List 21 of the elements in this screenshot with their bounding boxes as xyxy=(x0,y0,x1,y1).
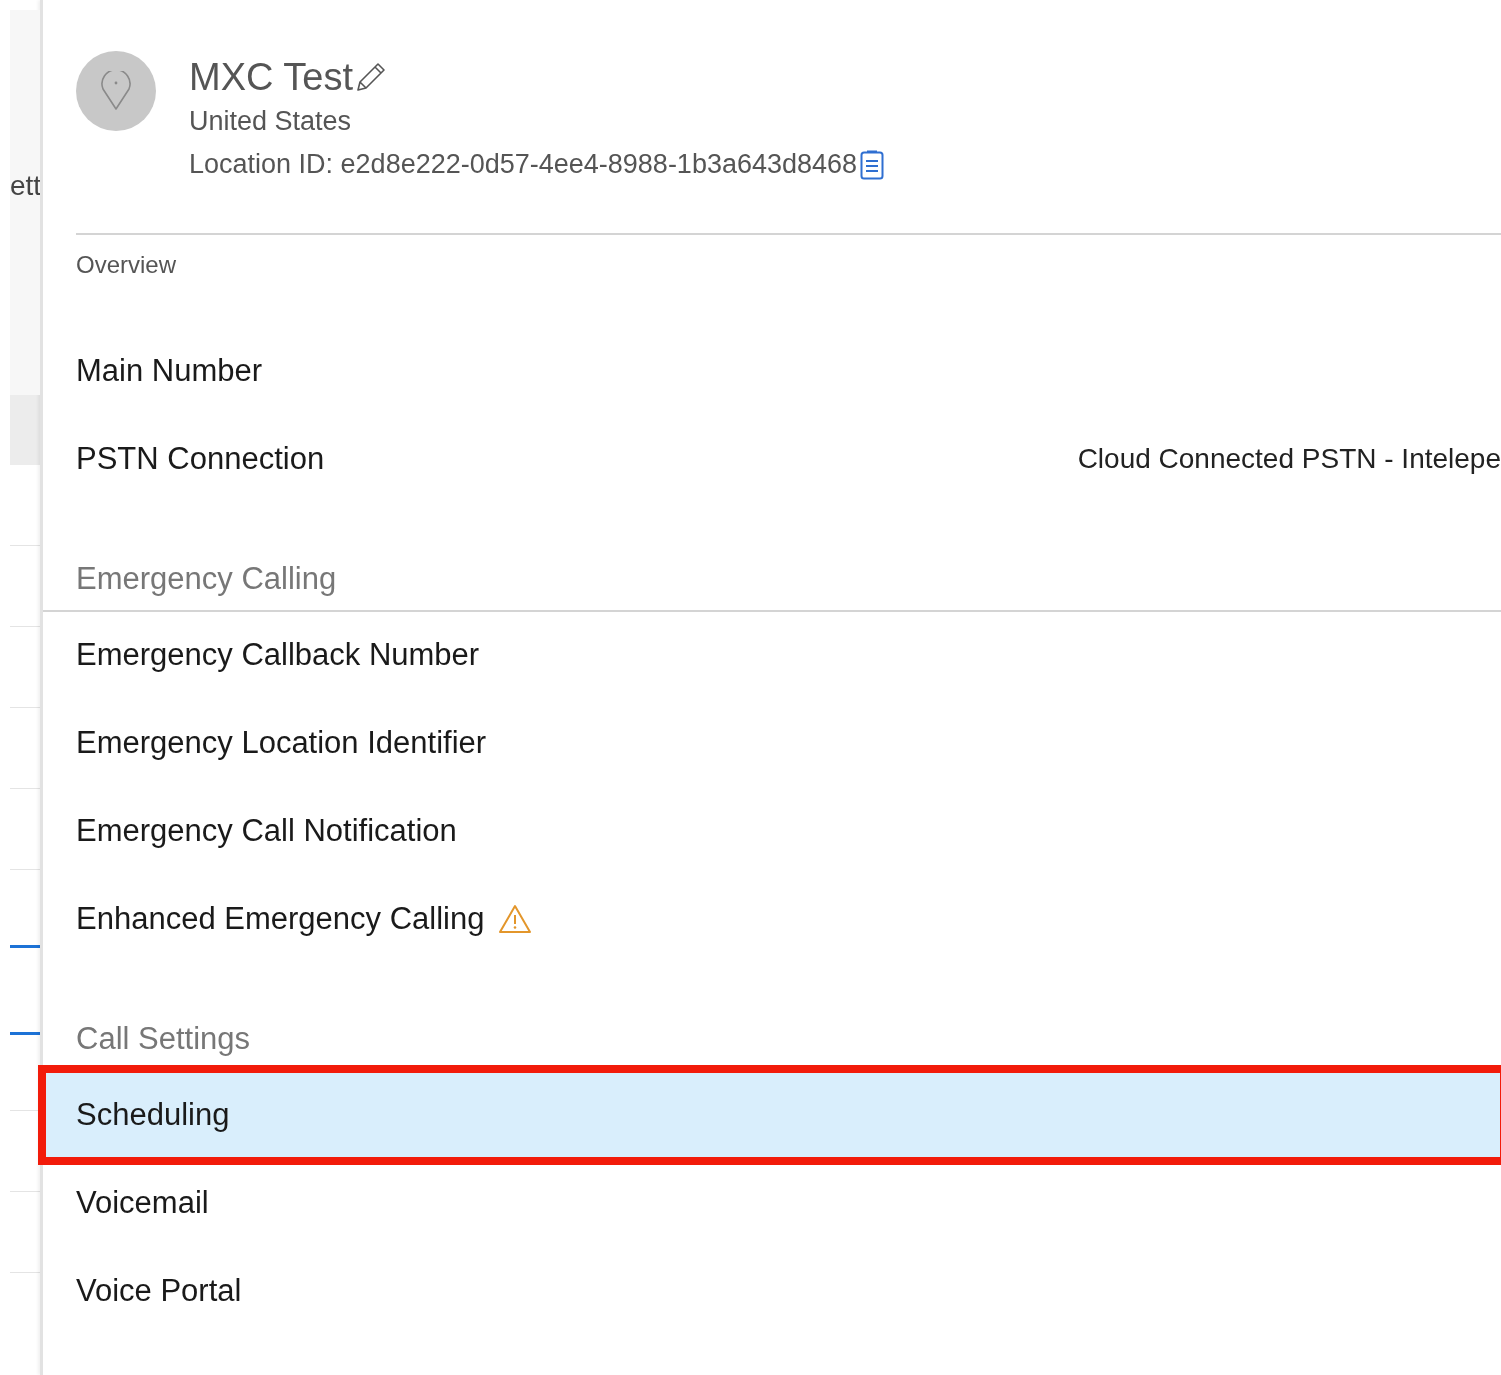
settings-item[interactable]: PSTN Connection Cloud Connected PSTN - Intelepe xyxy=(43,416,1501,502)
settings-item[interactable]: Emergency Call Notification xyxy=(43,788,1501,874)
location-country: United States xyxy=(189,106,353,137)
overview-tab[interactable]: Overview xyxy=(76,251,177,279)
copy-icon[interactable] xyxy=(860,149,885,180)
pstn-value: Cloud Connected PSTN - Intelepe xyxy=(1077,443,1501,475)
location-name: MXC Test xyxy=(189,55,353,99)
settings-item[interactable]: Emergency Callback Number xyxy=(43,612,1501,698)
settings-item[interactable]: Enhanced Emergency Calling xyxy=(43,876,1501,962)
location-pin-icon xyxy=(99,71,133,111)
settings-item[interactable]: Main Number xyxy=(43,328,1501,414)
selection-indicator xyxy=(10,945,40,948)
location-id: Location ID: e2d8e222-0d57-4ee4-8988-1b3a643d8468 xyxy=(189,149,858,180)
selection-indicator xyxy=(10,1032,40,1035)
section-heading: Call Settings xyxy=(76,1020,252,1058)
settings-item[interactable]: Voicemail xyxy=(43,1160,1501,1246)
background-text: ett xyxy=(10,170,40,202)
settings-item[interactable]: Voice Portal xyxy=(43,1248,1501,1334)
settings-item[interactable]: Emergency Location Identifier xyxy=(43,700,1501,786)
section-heading: Emergency Calling xyxy=(76,560,338,598)
edit-icon[interactable] xyxy=(355,61,387,93)
